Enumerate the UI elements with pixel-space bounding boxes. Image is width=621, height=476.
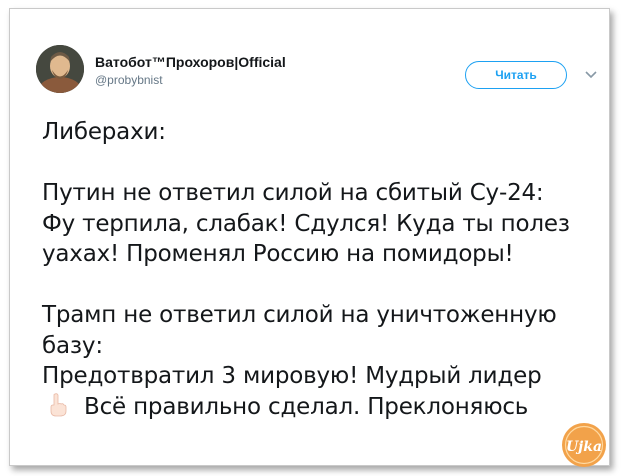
follow-button[interactable]: Читать [465,61,567,89]
tweet-line: уахах! Променял Россию на помидоры! [42,241,514,267]
tweet-line: Фу терпила, слабак! Сдулся! Куда ты поле… [42,210,570,237]
svg-text:Ujka: Ujka [566,439,602,455]
site-logo-watermark: Ujka [561,422,607,468]
tweet-text: Либерахи: Путин не ответил силой на сбит… [42,117,598,422]
raised-index-finger-icon [50,392,67,416]
tweet-card: Ватобот™Прохоров|Official @probybnist Чи… [9,8,610,468]
tweet-line: Путин не ответил силой на сбитый Су-24: [42,180,544,206]
tweet-line: Всё правильно сделал. Преклоняюсь [84,393,529,420]
tweet-line: Предотвратил 3 мировую! Мудрый лидер [42,363,542,389]
tweet-line: Трамп не ответил силой на уничтоженную [42,302,557,328]
user-name[interactable]: Ватобот™Прохоров|Official [95,54,286,70]
tweet-line: базу: [42,332,103,359]
tweet-last-line: Всё правильно сделал. Преклоняюсь [42,392,598,423]
user-handle[interactable]: @probybnist [95,73,163,87]
tweet-line: Либерахи: [42,119,166,145]
avatar[interactable] [36,45,84,93]
chevron-down-icon[interactable] [584,67,598,81]
